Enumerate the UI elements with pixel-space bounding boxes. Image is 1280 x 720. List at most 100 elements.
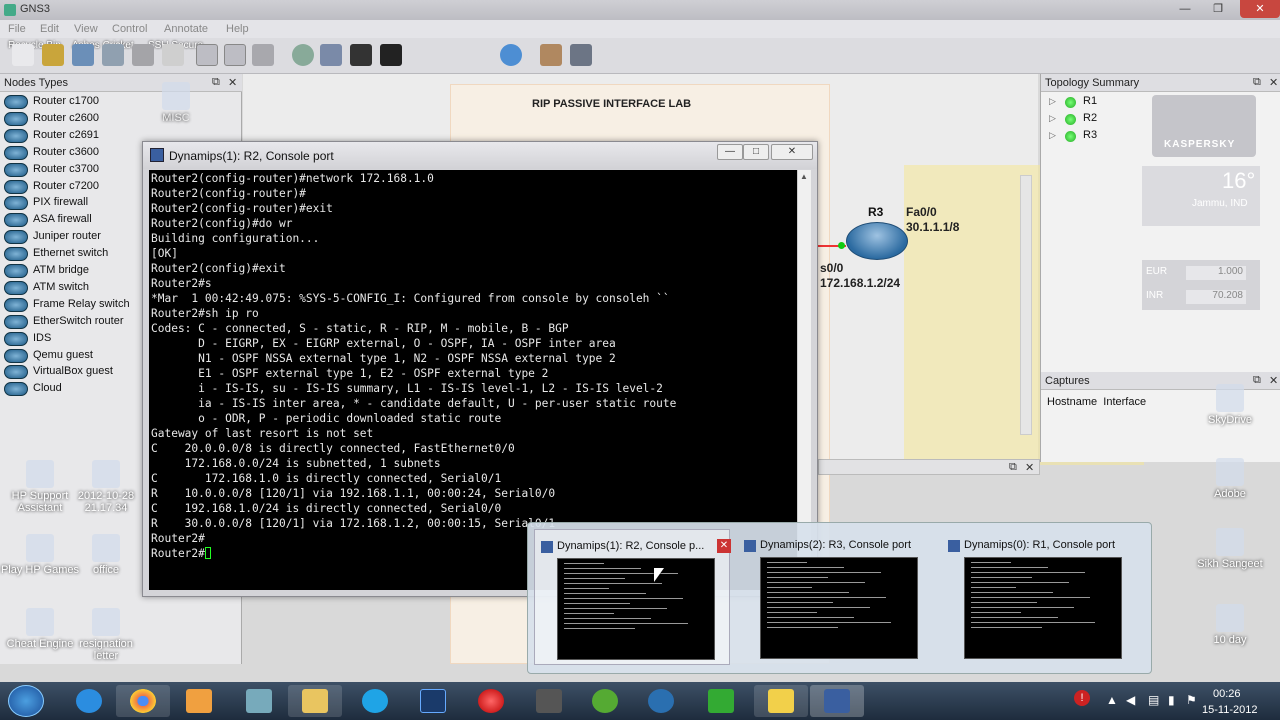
terminal-line: [OK] — [151, 247, 178, 260]
taskbar-red-ball[interactable] — [464, 685, 518, 717]
add-note-icon[interactable] — [540, 44, 562, 66]
window-titlebar[interactable]: GNS3 — ❐ ✕ — [0, 0, 1280, 20]
desktop-icon-label: office — [92, 564, 120, 576]
console-close-button[interactable]: ✕ — [771, 144, 813, 160]
taskbar-skype[interactable] — [348, 685, 402, 717]
terminal-line: R 10.0.0.0/8 [120/1] via 192.168.1.1, 00… — [151, 487, 556, 500]
show-hidden-icons-icon[interactable]: ▲ — [1106, 693, 1118, 707]
console-title: Dynamips(1): R2, Console port — [169, 149, 334, 163]
console-minimize-button[interactable]: — — [717, 144, 743, 160]
currency-gadget[interactable]: EUR 1.000 INR 70.208 — [1142, 260, 1260, 310]
menu-edit[interactable]: Edit — [40, 23, 59, 35]
export-icon[interactable] — [132, 44, 154, 66]
desktop-icon-skydrive[interactable]: SkyDrive — [1190, 384, 1270, 426]
thumbnail-text-line — [767, 612, 817, 613]
close-button[interactable]: ✕ — [1240, 0, 1280, 18]
thumbnail-text-line — [971, 577, 1032, 578]
desktop-icon-10-day[interactable]: 10 day — [1190, 604, 1270, 646]
thumbnail-r1[interactable]: Dynamips(0): R1, Console port — [942, 529, 1138, 665]
console-maximize-button[interactable]: □ — [743, 144, 769, 160]
weather-gadget[interactable]: 16° Jammu, IND — [1142, 166, 1260, 226]
taskbar-chrome[interactable] — [116, 685, 170, 717]
desktop-icon-photo[interactable]: 2012-10-28 21.17.34 — [66, 460, 146, 514]
dock-close-icon[interactable]: ✕ — [1269, 374, 1278, 387]
taskbar-gns3[interactable] — [810, 685, 864, 717]
start-button[interactable] — [8, 685, 44, 717]
menu-view[interactable]: View — [74, 23, 98, 35]
menu-control[interactable]: Control — [112, 23, 147, 35]
save-as-icon[interactable] — [102, 44, 124, 66]
thumbnail-r2[interactable]: Dynamips(1): R2, Console p... ✕ — [534, 529, 731, 665]
dock-close-icon[interactable]: ✕ — [1025, 461, 1034, 474]
expand-arrow-icon[interactable]: ▷ — [1049, 96, 1056, 107]
taskbar-python[interactable] — [754, 685, 808, 717]
action-center-icon[interactable]: ! — [1074, 690, 1090, 706]
dock-close-icon[interactable]: ✕ — [228, 76, 237, 89]
desktop-icon-office[interactable]: office — [66, 534, 146, 576]
thumbnail-preview — [760, 557, 918, 659]
expand-arrow-icon[interactable]: ▷ — [1049, 113, 1056, 124]
desktop-icon-resignation-letter[interactable]: resignation letter — [66, 608, 146, 662]
kaspersky-gadget[interactable]: KASPERSKY — [1152, 95, 1256, 157]
console-app-icon — [948, 540, 960, 552]
taskbar-utorrent[interactable] — [578, 685, 632, 717]
taskbar-counter-strike[interactable] — [522, 685, 576, 717]
menu-annotate[interactable]: Annotate — [164, 23, 208, 35]
currency-value[interactable]: 70.208 — [1186, 290, 1246, 304]
network-icon[interactable]: ▤ — [1148, 693, 1159, 707]
terminal-icon[interactable] — [380, 44, 402, 66]
terminal-line: Router2(config-router)#network 172.168.1… — [151, 172, 434, 185]
minimize-button[interactable]: — — [1172, 0, 1198, 18]
reload-icon[interactable] — [500, 44, 522, 66]
save-icon[interactable] — [72, 44, 94, 66]
wrench-icon[interactable] — [320, 44, 342, 66]
desktop-icon-label: resignation letter — [79, 638, 133, 662]
clock-date[interactable]: 15-11-2012 — [1202, 704, 1257, 716]
currency-value[interactable]: 1.000 — [1186, 266, 1246, 280]
expand-arrow-icon[interactable]: ▷ — [1049, 130, 1056, 141]
canvas-scrollbar[interactable] — [1020, 175, 1032, 435]
thumbnail-r3[interactable]: Dynamips(2): R3, Console port — [738, 529, 934, 665]
dock-close-icon[interactable]: ✕ — [1269, 76, 1278, 89]
taskbar-solitaire[interactable] — [694, 685, 748, 717]
taskbar-explorer[interactable] — [288, 685, 342, 717]
volume-icon[interactable]: ◀ — [1126, 693, 1135, 707]
dock-float-icon[interactable]: ⧉ — [1253, 76, 1261, 89]
insert-picture-icon[interactable] — [570, 44, 592, 66]
restore-button[interactable]: ❐ — [1205, 0, 1231, 18]
scroll-up-icon[interactable]: ▲ — [800, 172, 808, 181]
desktop-icon-adobe[interactable]: Adobe — [1190, 458, 1270, 500]
power-icon[interactable]: ▮ — [1168, 693, 1175, 707]
router-r3-icon[interactable] — [846, 222, 908, 260]
taskbar-media[interactable] — [172, 685, 226, 717]
show-hostnames-icon[interactable] — [196, 44, 218, 66]
thumbnail-preview — [964, 557, 1122, 659]
taskbar-ccleaner[interactable] — [634, 685, 688, 717]
new-topology-icon[interactable] — [12, 44, 34, 66]
router-r3-label[interactable]: R3 — [868, 205, 883, 219]
desktop-icon-sikh-sangeet[interactable]: Sikh Sangeet — [1190, 528, 1270, 570]
clock-icon[interactable] — [292, 44, 314, 66]
taskbar-photoshop[interactable] — [406, 685, 460, 717]
clock-time[interactable]: 00:26 — [1213, 688, 1241, 700]
terminal-line: Router2(config)#exit — [151, 262, 286, 275]
flag-icon[interactable]: ⚑ — [1186, 693, 1197, 707]
open-folder-icon[interactable] — [42, 44, 64, 66]
console-all-icon[interactable] — [350, 44, 372, 66]
desktop-icon-misc[interactable]: MISC — [136, 82, 216, 124]
thumbnail-text-line — [971, 622, 1095, 623]
thumbnail-text-line — [767, 597, 886, 598]
column-interface[interactable]: Interface — [1103, 396, 1146, 408]
taskbar-ie[interactable] — [62, 685, 116, 717]
column-hostname[interactable]: Hostname — [1047, 396, 1097, 408]
show-interfaces-icon[interactable] — [224, 44, 246, 66]
dock-float-icon[interactable]: ⧉ — [1009, 461, 1017, 474]
add-link-icon[interactable] — [252, 44, 274, 66]
console-titlebar[interactable]: Dynamips(1): R2, Console port — □ ✕ — [143, 142, 817, 169]
taskbar-snipping[interactable] — [232, 685, 286, 717]
thumbnail-text-line — [564, 588, 609, 589]
menu-file[interactable]: File — [8, 23, 26, 35]
menu-help[interactable]: Help — [226, 23, 249, 35]
thumbnail-close-button[interactable]: ✕ — [717, 539, 731, 553]
snapshot-icon[interactable] — [162, 44, 184, 66]
